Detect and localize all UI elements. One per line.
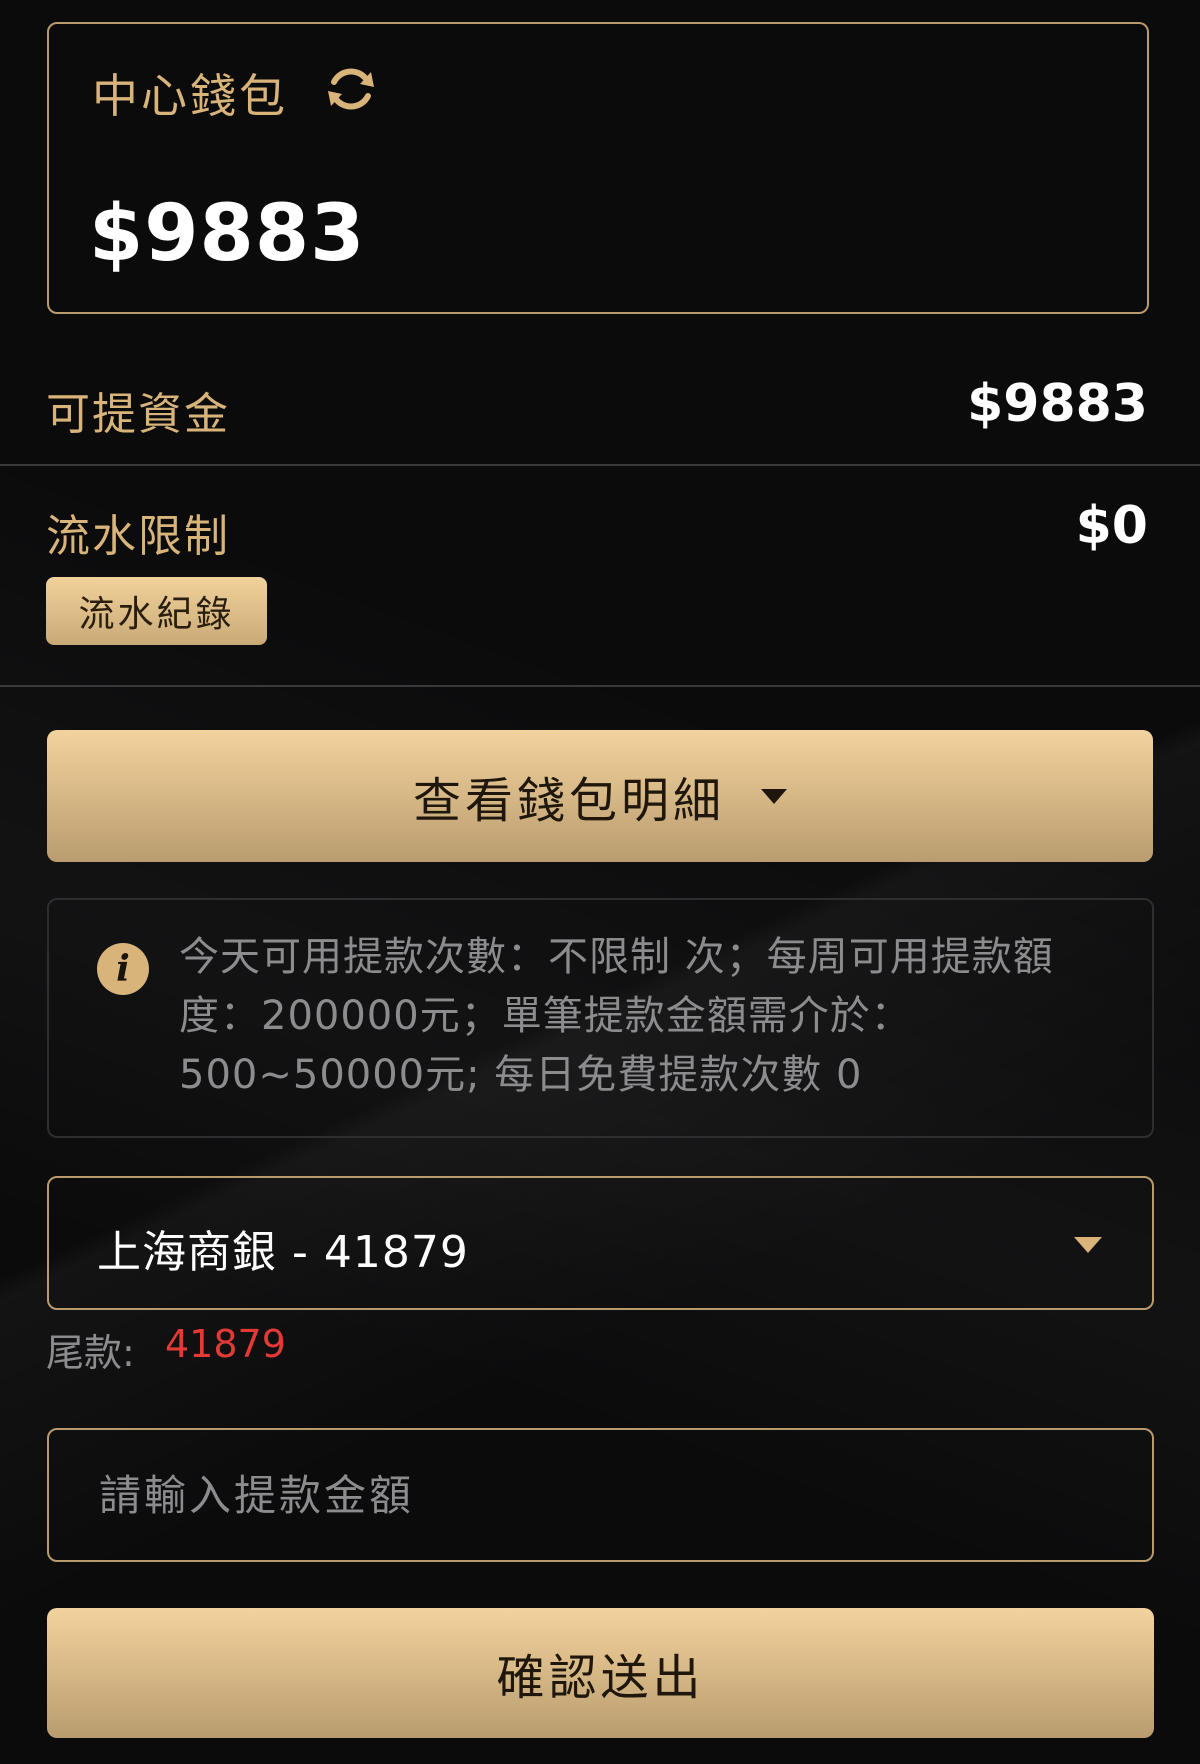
- divider: [0, 464, 1200, 466]
- tail-label: 尾款:: [46, 1331, 135, 1375]
- withdraw-info-text: 今天可用提款次數：不限制 次；每周可用提款額度：200000元；單筆提款金額需介…: [179, 934, 1054, 1098]
- turnover-value: $0: [1075, 496, 1148, 556]
- withdraw-page: 中心錢包 $9883 可提資金 $9883 流水限制 $0 流水紀錄 查看錢包明…: [0, 0, 1200, 1764]
- wallet-details-button[interactable]: 查看錢包明細: [47, 730, 1153, 862]
- turnover-records-button[interactable]: 流水紀錄: [46, 577, 267, 645]
- wallet-details-label: 查看錢包明細: [412, 773, 725, 829]
- withdrawable-value: $9883: [967, 374, 1148, 434]
- wallet-card: 中心錢包 $9883: [47, 22, 1149, 314]
- withdraw-amount-input[interactable]: [47, 1428, 1154, 1562]
- wallet-amount: $9883: [89, 189, 366, 279]
- withdraw-info-box: i 今天可用提款次數：不限制 次；每周可用提款額度：200000元；單筆提款金額…: [47, 898, 1154, 1138]
- turnover-label: 流水限制: [46, 511, 230, 562]
- divider: [0, 685, 1200, 687]
- bank-account-value: 上海商銀 - 41879: [97, 1227, 469, 1278]
- withdrawable-label: 可提資金: [46, 389, 230, 440]
- chevron-down-icon: [761, 788, 787, 804]
- info-icon: i: [97, 943, 149, 995]
- chevron-down-icon: [1074, 1237, 1102, 1253]
- submit-button[interactable]: 確認送出: [47, 1608, 1154, 1738]
- tail-value: 41879: [165, 1322, 286, 1366]
- refresh-icon[interactable]: [324, 62, 378, 116]
- wallet-title: 中心錢包: [92, 69, 288, 123]
- bank-account-select[interactable]: 上海商銀 - 41879: [47, 1176, 1154, 1310]
